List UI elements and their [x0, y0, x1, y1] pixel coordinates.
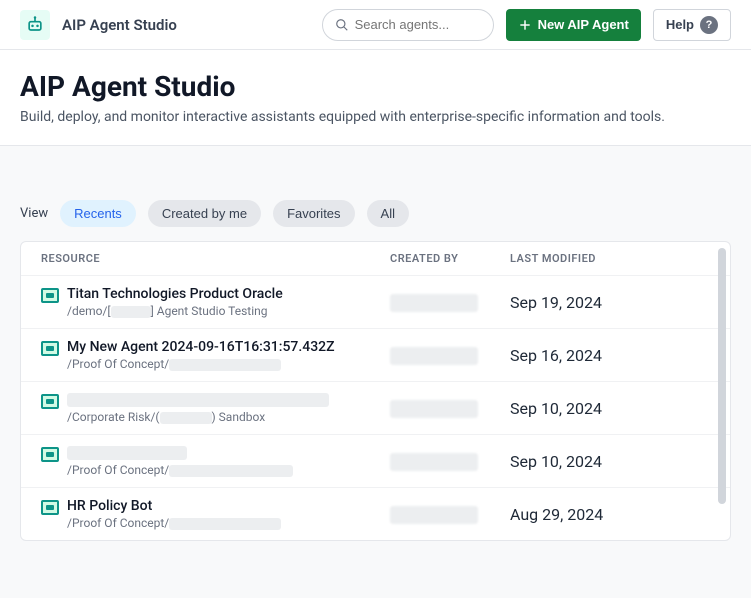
table-row[interactable]: My New Agent 2024-09-16T16:31:57.432Z/Pr…: [21, 328, 730, 381]
table-row[interactable]: Titan Technologies Product Oracle/demo/[…: [21, 275, 730, 328]
redacted-created-by: [390, 294, 478, 312]
new-agent-button[interactable]: New AIP Agent: [506, 9, 641, 41]
help-label: Help: [666, 17, 694, 32]
redacted-title: [67, 446, 187, 460]
redacted-title: [67, 393, 329, 407]
row-created-by: [390, 398, 510, 418]
table-body: Titan Technologies Product Oracle/demo/[…: [21, 275, 730, 540]
view-filter-row: View Recents Created by me Favorites All: [20, 200, 731, 227]
view-label: View: [20, 206, 48, 221]
row-path: /Corporate Risk/( ) Sandbox: [67, 410, 390, 424]
app-logo: [20, 10, 50, 40]
row-resource: /Corporate Risk/( ) Sandbox: [67, 392, 390, 424]
hero-section: AIP Agent Studio Build, deploy, and moni…: [0, 50, 751, 146]
column-last-modified: LAST MODIFIED: [510, 252, 710, 265]
row-path: /Proof Of Concept/: [67, 463, 390, 477]
robot-icon: [25, 15, 45, 35]
search-input[interactable]: [355, 17, 481, 32]
row-created-by: [390, 345, 510, 365]
scrollbar[interactable]: [718, 248, 726, 504]
row-path-prefix: /Corporate Risk/(: [67, 410, 160, 424]
column-created-by: CREATED BY: [390, 252, 510, 265]
tab-all[interactable]: All: [367, 200, 409, 227]
agent-icon: [41, 500, 59, 515]
page-title: AIP Agent Studio: [20, 70, 731, 103]
page-subtitle: Build, deploy, and monitor interactive a…: [20, 109, 731, 125]
tab-favorites[interactable]: Favorites: [273, 200, 354, 227]
row-path: /Proof Of Concept/: [67, 516, 390, 530]
row-title: HR Policy Bot: [67, 498, 390, 514]
content: View Recents Created by me Favorites All…: [0, 146, 751, 561]
row-path-prefix: /Proof Of Concept/: [67, 357, 169, 371]
redacted-created-by: [390, 453, 478, 471]
table-row[interactable]: HR Policy Bot/Proof Of Concept/Aug 29, 2…: [21, 487, 730, 540]
agent-icon: [41, 394, 59, 409]
agent-icon: [41, 341, 59, 356]
row-last-modified: Sep 10, 2024: [510, 399, 710, 418]
column-resource: RESOURCE: [41, 252, 390, 265]
plus-icon: [518, 18, 532, 32]
table-header: RESOURCE CREATED BY LAST MODIFIED: [21, 242, 730, 275]
row-path-prefix: /Proof Of Concept/: [67, 463, 169, 477]
redacted-path-segment: [160, 412, 212, 424]
tab-created-by-me[interactable]: Created by me: [148, 200, 261, 227]
row-last-modified: Aug 29, 2024: [510, 505, 710, 524]
row-path: /demo/[ ] Agent Studio Testing: [67, 304, 390, 318]
row-created-by: [390, 292, 510, 312]
redacted-created-by: [390, 400, 478, 418]
row-created-by: [390, 504, 510, 524]
row-resource: /Proof Of Concept/: [67, 445, 390, 477]
table-row[interactable]: /Proof Of Concept/Sep 10, 2024: [21, 434, 730, 487]
help-button[interactable]: Help ?: [653, 9, 731, 41]
row-title: Titan Technologies Product Oracle: [67, 286, 390, 302]
redacted-path-segment: [111, 306, 151, 318]
redacted-created-by: [390, 506, 478, 524]
agents-table: RESOURCE CREATED BY LAST MODIFIED Titan …: [20, 241, 731, 541]
agent-icon: [41, 288, 59, 303]
row-title: [67, 445, 390, 461]
new-agent-label: New AIP Agent: [538, 17, 629, 32]
row-path-suffix: ) Sandbox: [212, 410, 266, 424]
row-path-prefix: /Proof Of Concept/: [67, 516, 169, 530]
tab-recents[interactable]: Recents: [60, 200, 136, 227]
search-box[interactable]: [322, 9, 494, 41]
table-row[interactable]: /Corporate Risk/( ) Sandbox Sep 10, 2024: [21, 381, 730, 434]
app-title: AIP Agent Studio: [62, 16, 177, 34]
search-icon: [335, 18, 349, 32]
help-icon: ?: [700, 16, 718, 34]
row-resource: HR Policy Bot/Proof Of Concept/: [67, 498, 390, 530]
row-title: [67, 392, 390, 408]
redacted-path-segment: [169, 518, 281, 530]
top-header: AIP Agent Studio New AIP Agent Help ?: [0, 0, 751, 50]
row-created-by: [390, 451, 510, 471]
row-path: /Proof Of Concept/: [67, 357, 390, 371]
row-path-prefix: /demo/[: [67, 304, 111, 318]
row-last-modified: Sep 19, 2024: [510, 293, 710, 312]
row-title: My New Agent 2024-09-16T16:31:57.432Z: [67, 339, 390, 355]
row-path-suffix: ] Agent Studio Testing: [151, 304, 268, 318]
redacted-path-segment: [169, 465, 293, 477]
row-resource: My New Agent 2024-09-16T16:31:57.432Z/Pr…: [67, 339, 390, 371]
row-last-modified: Sep 10, 2024: [510, 452, 710, 471]
redacted-path-segment: [169, 359, 281, 371]
agent-icon: [41, 447, 59, 462]
redacted-created-by: [390, 347, 478, 365]
row-resource: Titan Technologies Product Oracle/demo/[…: [67, 286, 390, 318]
row-last-modified: Sep 16, 2024: [510, 346, 710, 365]
